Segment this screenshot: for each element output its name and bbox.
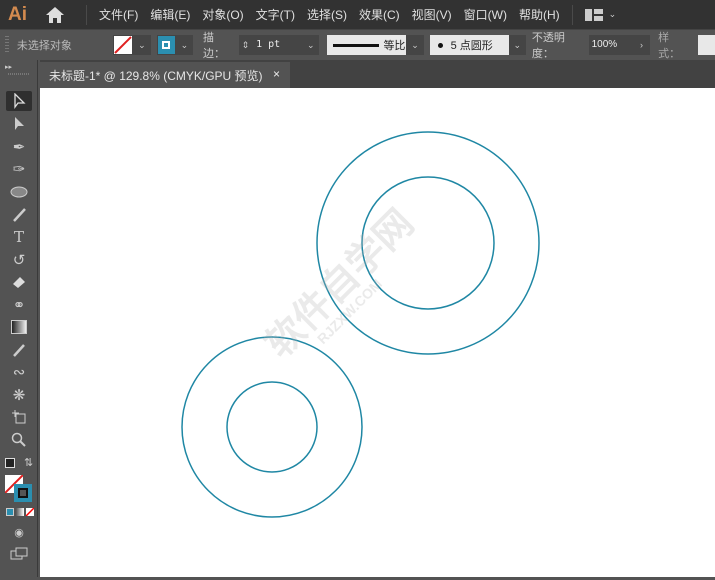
paintbrush-icon (13, 208, 26, 222)
app-logo: Ai (8, 3, 27, 25)
artboard-tool[interactable] (6, 407, 32, 427)
brush-definition[interactable]: 5 点圆形 (429, 35, 509, 55)
line-preview-icon (333, 43, 380, 47)
pen-icon: ✒ (12, 139, 26, 156)
toolbar-grip[interactable] (8, 73, 30, 75)
curvature-pen-icon: ✑ (12, 161, 26, 178)
menu-window[interactable]: 窗口(W) (458, 6, 513, 23)
ellipse-icon (10, 186, 28, 198)
default-colors-icon[interactable] (5, 458, 15, 468)
stroke-color-icon[interactable] (14, 484, 32, 502)
selection-status: 未选择对象 (16, 40, 72, 52)
gradient-icon (11, 320, 27, 334)
rotate-icon: ↺ (12, 252, 26, 269)
draw-mode-icon: ◉ (14, 526, 24, 539)
color-mode-buttons (6, 508, 34, 516)
style-label: 样式： (658, 32, 681, 60)
shape-builder-tool[interactable]: ⚭ (6, 295, 32, 315)
gradient-tool[interactable] (6, 317, 32, 337)
zoom-tool[interactable] (6, 430, 32, 450)
stroke-swatch[interactable] (156, 35, 176, 55)
symbol-sprayer-icon: ❋ (12, 387, 26, 404)
small-outer-circle[interactable] (181, 336, 363, 518)
none-button[interactable] (26, 508, 34, 516)
stroke-weight-stepper[interactable]: ⇕ (238, 35, 253, 55)
document-tab-title: 未标题-1* @ 129.8% (CMYK/GPU 预览) (49, 68, 263, 83)
fill-swatch[interactable] (113, 35, 134, 55)
eyedropper-icon (13, 344, 25, 357)
blend-tool[interactable]: ∾ (6, 362, 32, 382)
selection-arrow-icon (14, 93, 26, 109)
menu-bar: Ai 文件(F) 编辑(E) 对象(O) 文字(T) 选择(S) 效果(C) 视… (0, 0, 715, 29)
small-inner-circle[interactable] (226, 381, 318, 473)
eyedropper-tool[interactable] (6, 340, 32, 360)
opacity-label[interactable]: 不透明度： (531, 29, 585, 62)
workspace-switcher-icon[interactable]: ⌄ (584, 8, 616, 21)
menu-view[interactable]: 视图(V) (406, 6, 458, 23)
shape-builder-icon: ⚭ (12, 297, 26, 314)
pen-tool[interactable]: ✒ (6, 137, 32, 157)
eraser-icon (13, 277, 25, 288)
stroke-weight-input[interactable]: 1 pt (252, 35, 303, 55)
draw-mode-button[interactable]: ◉ (6, 522, 32, 542)
zoom-icon (11, 432, 26, 447)
collapse-panel-icon[interactable]: ▸▸ (5, 63, 12, 71)
artboard-canvas[interactable]: 软件自学网 RJZXW.COM (40, 88, 715, 577)
paintbrush-tool[interactable] (6, 205, 32, 225)
control-bar: 未选择对象 ⌄ ⌄ 描边： ⇕ 1 pt ⌄ 等比 ⌄ 5 点圆形 ⌄ 不透明度… (0, 29, 715, 62)
profile-dropdown[interactable]: ⌄ (406, 35, 424, 55)
variable-width-profile[interactable]: 等比 (327, 35, 407, 55)
profile-label: 等比 (383, 40, 406, 52)
screen-mode-button[interactable] (6, 544, 32, 564)
menu-edit[interactable]: 编辑(E) (144, 6, 196, 23)
home-icon[interactable] (44, 6, 66, 24)
rotate-tool[interactable]: ↺ (6, 250, 32, 270)
grip-handle[interactable] (5, 36, 9, 54)
toolbar: ▸▸ ✒ ✑ T ↺ ⚭ ∾ ❋ ⇅ ◉ (0, 60, 38, 577)
artboard-icon (12, 410, 26, 424)
divider (571, 4, 573, 25)
menu-help[interactable]: 帮助(H) (513, 6, 566, 23)
screen-mode-icon (10, 547, 28, 560)
brush-dot-icon (437, 42, 443, 48)
stroke-weight-dropdown[interactable]: ⌄ (302, 35, 320, 55)
divider (86, 4, 87, 25)
document-tab-bar: 未标题-1* @ 129.8% (CMYK/GPU 预览) × (40, 60, 715, 88)
type-tool[interactable]: T (6, 227, 32, 247)
brush-dropdown[interactable]: ⌄ (508, 35, 526, 55)
stroke-dropdown[interactable]: ⌄ (175, 35, 194, 55)
curvature-tool[interactable]: ✑ (6, 159, 32, 179)
blend-icon: ∾ (12, 364, 26, 381)
fill-dropdown[interactable]: ⌄ (133, 35, 151, 55)
menu-select[interactable]: 选择(S) (301, 6, 353, 23)
type-icon: T (13, 228, 24, 246)
selection-tool[interactable] (6, 91, 32, 111)
menu-object[interactable]: 对象(O) (196, 6, 249, 23)
menu-type[interactable]: 文字(T) (250, 6, 301, 23)
ellipse-tool[interactable] (6, 182, 32, 202)
menu-effect[interactable]: 效果(C) (353, 6, 406, 23)
graphic-style-swatch[interactable] (697, 35, 715, 55)
opacity-input[interactable]: 100% (588, 35, 633, 55)
close-tab-icon[interactable]: × (273, 67, 280, 81)
gradient-button[interactable] (16, 508, 24, 516)
direct-selection-icon (15, 117, 24, 130)
brush-label: 5 点圆形 (450, 40, 493, 52)
menu-file[interactable]: 文件(F) (93, 6, 144, 23)
stroke-label[interactable]: 描边： (203, 29, 235, 62)
symbol-sprayer-tool[interactable]: ❋ (6, 385, 32, 405)
direct-selection-tool[interactable] (6, 114, 32, 134)
eraser-tool[interactable] (6, 272, 32, 292)
artwork (181, 131, 540, 518)
opacity-expand[interactable]: › (632, 35, 651, 55)
swap-colors-icon[interactable]: ⇅ (24, 456, 33, 469)
document-tab[interactable]: 未标题-1* @ 129.8% (CMYK/GPU 预览) × (40, 62, 290, 88)
color-button[interactable] (6, 508, 14, 516)
